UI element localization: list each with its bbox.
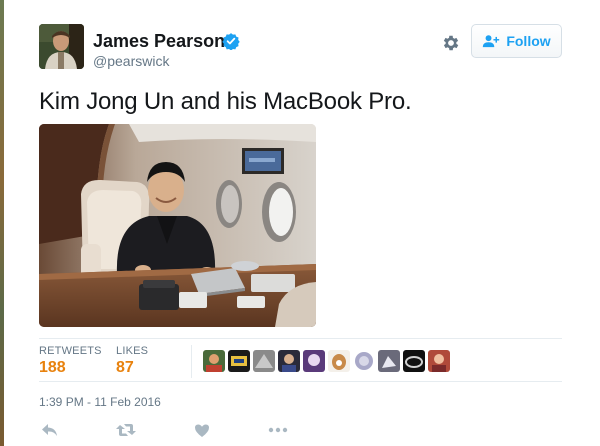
author-name[interactable]: James Pearson — [93, 31, 225, 52]
likes-count: 87 — [116, 359, 134, 376]
stats-divider — [191, 345, 192, 378]
liker-avatar[interactable] — [328, 350, 350, 372]
heart-icon — [195, 424, 209, 437]
tweet-card: James Pearson @pearswick Follow Kim Jong… — [18, 0, 584, 446]
verified-badge-icon — [222, 33, 240, 50]
liker-avatar[interactable] — [253, 350, 275, 372]
avatar[interactable] — [39, 24, 84, 69]
engagement-stats: RETWEETS 188 LIKES 87 — [39, 338, 562, 382]
more-dots-icon — [268, 427, 288, 433]
likes-stat[interactable]: LIKES 87 — [116, 345, 148, 377]
gear-icon[interactable] — [441, 33, 461, 53]
follow-button[interactable]: Follow — [471, 24, 562, 58]
liker-avatar[interactable] — [378, 350, 400, 372]
reply-button[interactable] — [39, 421, 61, 439]
reply-icon — [42, 424, 57, 436]
tweet-photo[interactable] — [39, 124, 316, 327]
follow-label: Follow — [506, 33, 551, 49]
liker-avatar[interactable] — [278, 350, 300, 372]
add-user-icon — [483, 35, 500, 48]
liker-avatar[interactable] — [353, 350, 375, 372]
tweet-actions — [39, 421, 289, 439]
left-edge-backdrop — [0, 0, 4, 446]
liker-avatar[interactable] — [403, 350, 425, 372]
tweet-timestamp[interactable]: 1:39 PM - 11 Feb 2016 — [39, 395, 161, 409]
like-button[interactable] — [191, 421, 213, 439]
liker-avatar[interactable] — [303, 350, 325, 372]
retweet-icon — [116, 424, 136, 436]
liker-avatars — [203, 350, 450, 372]
likes-label: LIKES — [116, 345, 149, 357]
retweets-stat[interactable]: RETWEETS 188 — [39, 345, 102, 377]
liker-avatar[interactable] — [203, 350, 225, 372]
retweet-button[interactable] — [115, 421, 137, 439]
liker-avatar[interactable] — [428, 350, 450, 372]
author-handle[interactable]: @pearswick — [93, 53, 169, 69]
liker-avatar[interactable] — [228, 350, 250, 372]
tweet-text: Kim Jong Un and his MacBook Pro. — [39, 88, 412, 115]
more-options-button[interactable] — [267, 421, 289, 439]
retweets-count: 188 — [39, 359, 66, 376]
retweets-label: RETWEETS — [39, 345, 102, 357]
